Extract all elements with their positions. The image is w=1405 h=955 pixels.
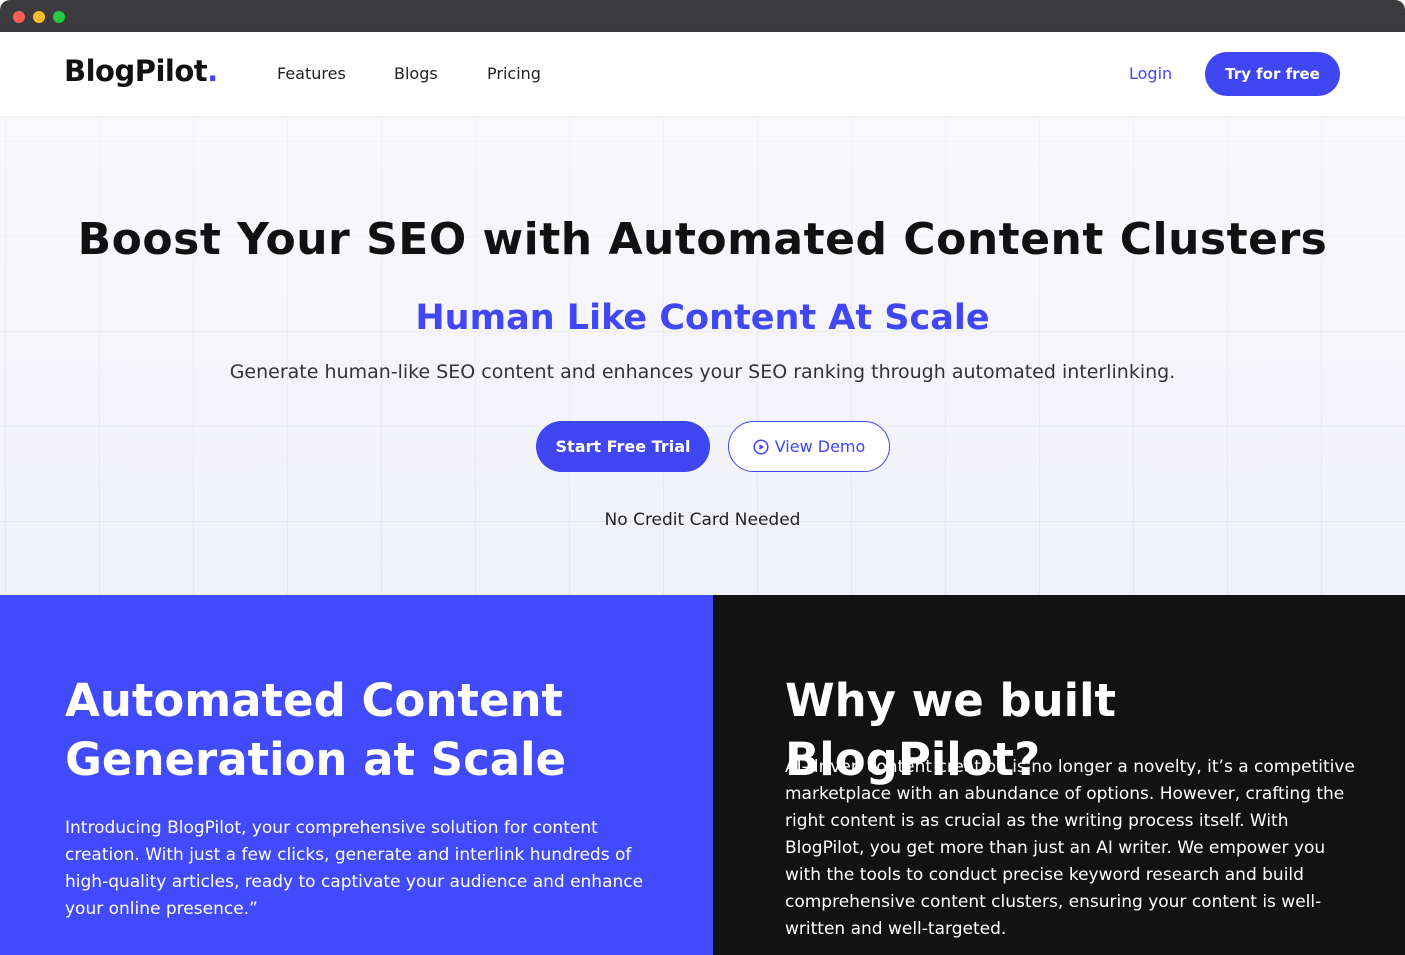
- automated-content-title: Automated Content Generation at Scale: [65, 674, 567, 786]
- minimize-window-button[interactable]: [33, 11, 45, 23]
- no-credit-card-note: No Credit Card Needed: [604, 510, 801, 530]
- nav-link-pricing[interactable]: Pricing: [487, 64, 541, 83]
- view-demo-button[interactable]: View Demo: [728, 421, 890, 472]
- window-chrome: [0, 0, 1405, 32]
- maximize-window-button[interactable]: [53, 11, 65, 23]
- hero-subtitle: Human Like Content At Scale: [415, 298, 990, 338]
- nav-link-features[interactable]: Features: [277, 64, 346, 83]
- start-free-trial-button[interactable]: Start Free Trial: [536, 421, 710, 472]
- hero-section: Boost Your SEO with Automated Content Cl…: [0, 116, 1405, 595]
- automated-content-text: Introducing BlogPilot, your comprehensiv…: [65, 818, 644, 919]
- play-circle-icon: [753, 438, 769, 455]
- logo-text: BlogPilot: [64, 54, 208, 88]
- brand-logo[interactable]: BlogPilot.: [64, 54, 218, 88]
- automated-content-panel: Automated Content Generation at Scale In…: [0, 595, 713, 955]
- try-for-free-button[interactable]: Try for free: [1205, 52, 1340, 96]
- hero-description: Generate human-like SEO content and enha…: [229, 361, 1176, 383]
- hero-title: Boost Your SEO with Automated Content Cl…: [77, 214, 1328, 265]
- why-we-built-text: AI-driven content creation is no longer …: [785, 757, 1355, 939]
- logo-dot: .: [207, 54, 218, 88]
- close-window-button[interactable]: [13, 11, 25, 23]
- why-we-built-panel: Why we built BlogPilot? AI-driven conten…: [713, 595, 1405, 955]
- top-navigation: BlogPilot. Features Blogs Pricing Login …: [0, 32, 1405, 116]
- login-link[interactable]: Login: [1129, 64, 1172, 83]
- view-demo-label: View Demo: [774, 437, 866, 456]
- nav-link-blogs[interactable]: Blogs: [394, 64, 438, 83]
